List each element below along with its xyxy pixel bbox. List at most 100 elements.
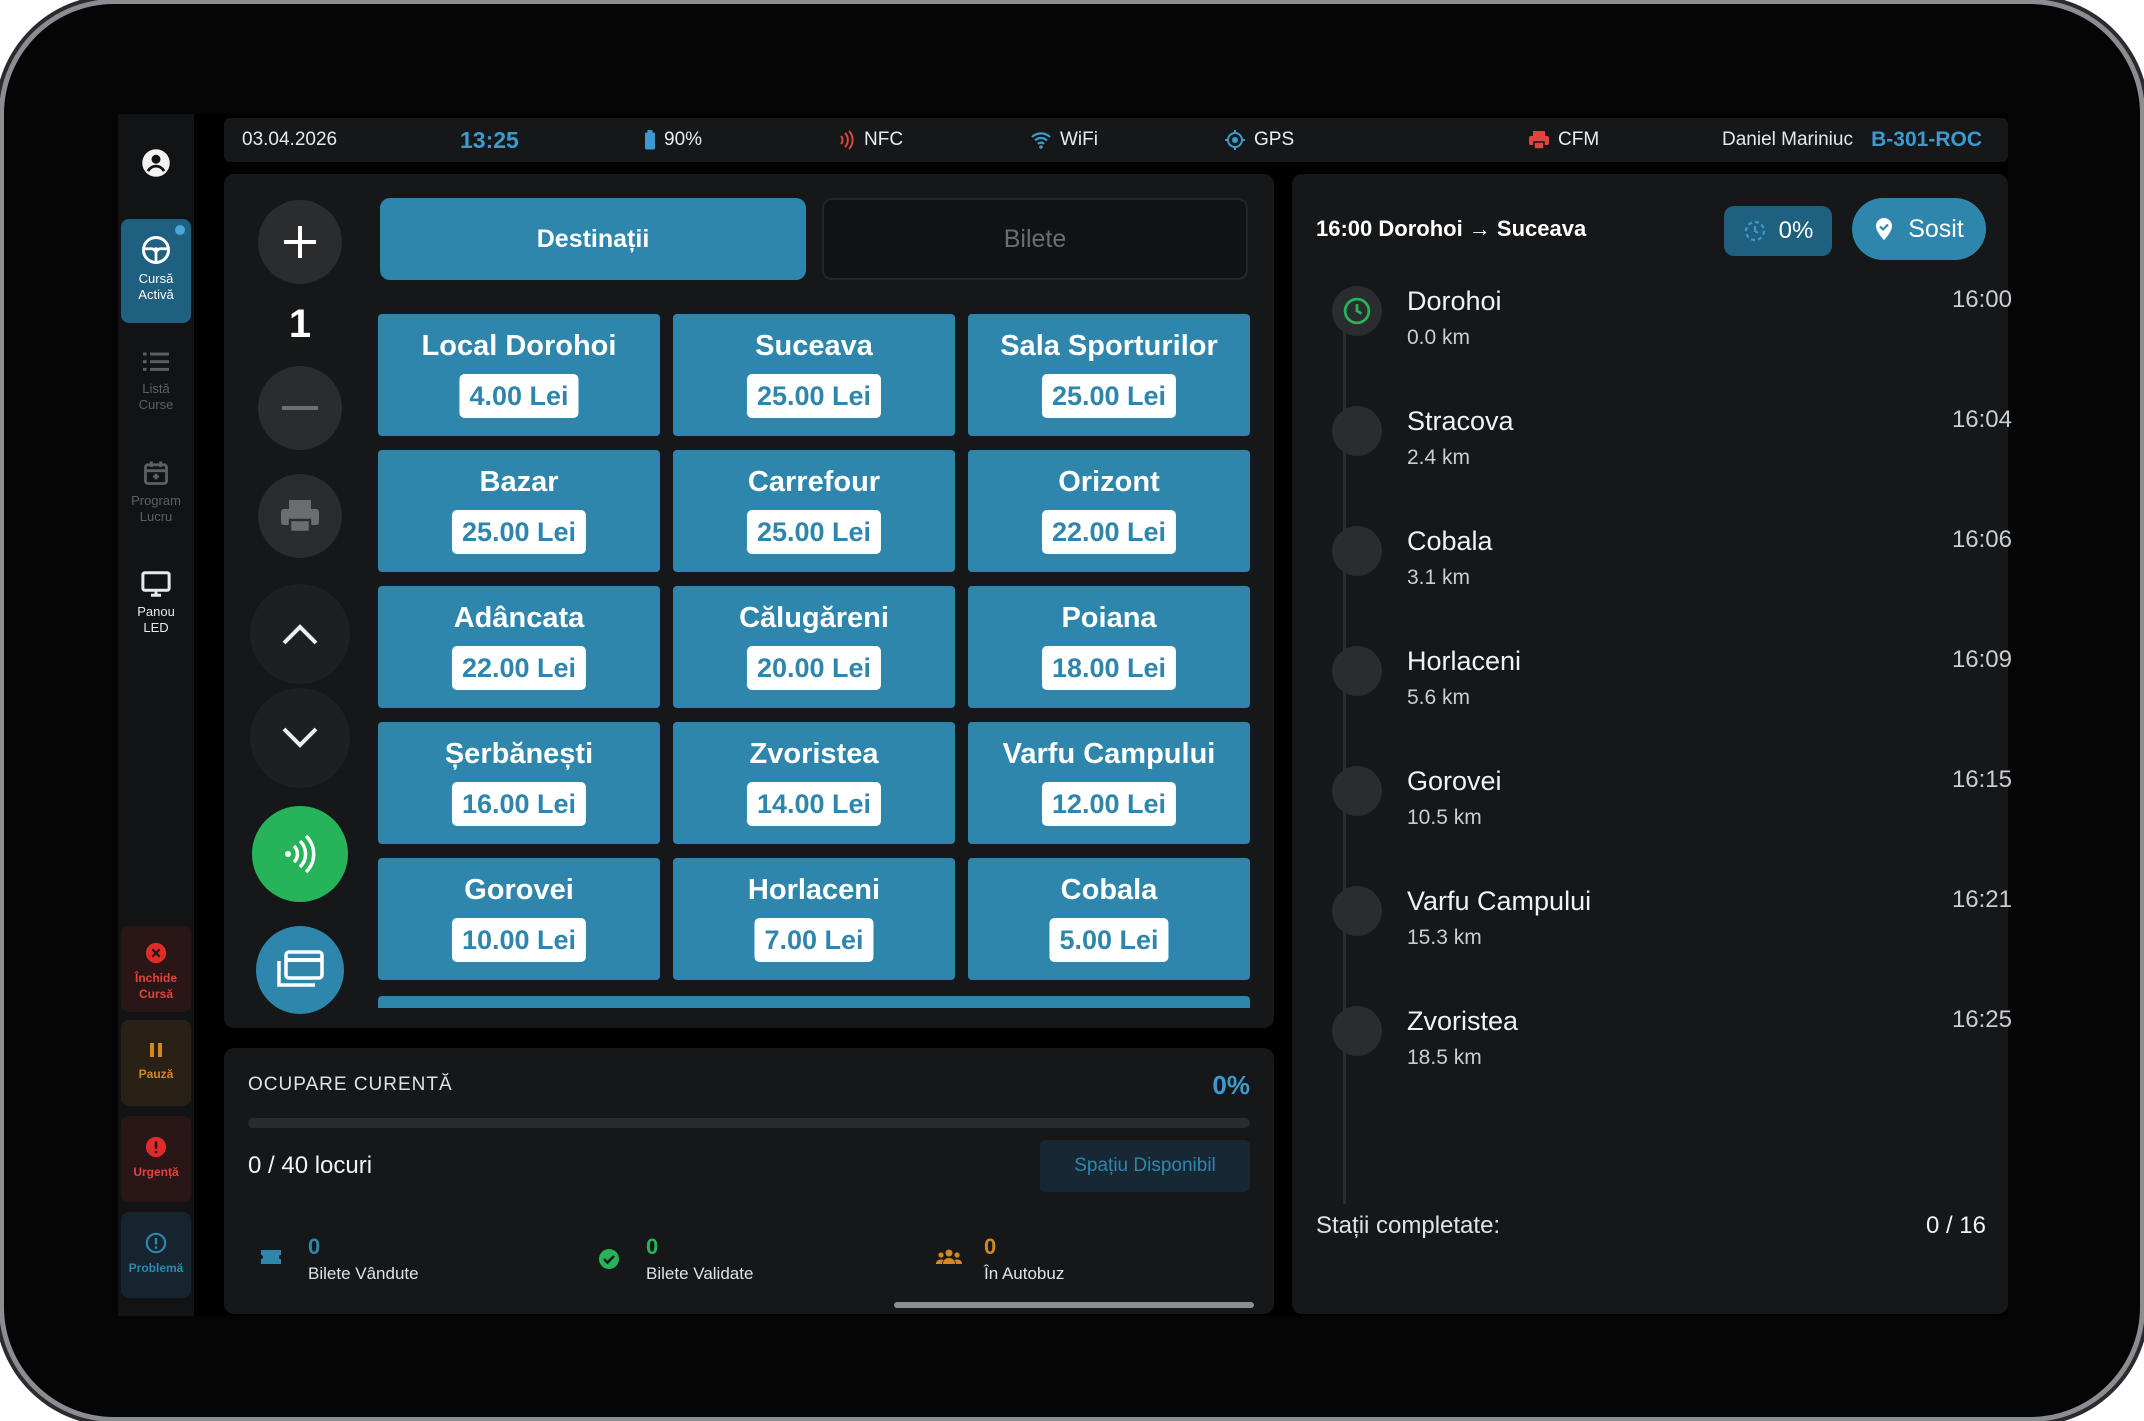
action-label: Pauză	[138, 1067, 174, 1081]
status-nfc: NFC	[836, 118, 903, 162]
report-problem-button[interactable]: Problemă	[121, 1212, 191, 1298]
destination-price: 25.00 Lei	[746, 374, 882, 418]
chevron-up-icon	[282, 624, 318, 645]
stop-marker	[1332, 646, 1382, 696]
printer-icon	[1529, 131, 1549, 150]
stop-distance: 18.5 km	[1407, 1046, 1482, 1069]
stop-distance: 5.6 km	[1407, 686, 1471, 709]
stop-time: 16:15	[1951, 766, 2012, 793]
stop-time: 16:04	[1951, 406, 2012, 433]
quantity-value: 1	[288, 302, 312, 346]
wifi-icon	[1031, 132, 1051, 149]
destination-card[interactable]: Orizont 22.00 Lei	[968, 450, 1250, 572]
stop-name: Cobala	[1407, 526, 1493, 556]
destination-card[interactable]: Cobala 5.00 Lei	[968, 858, 1250, 980]
tablet-bezel: Cursă Activă Listă Curse Program Lucru P…	[4, 4, 2140, 1417]
destination-price: 20.00 Lei	[746, 646, 882, 690]
route-stop[interactable]: Stracova 2.4 km 16:04	[1332, 406, 2012, 526]
profile-button[interactable]	[121, 148, 191, 192]
destination-name: Gorovei	[464, 874, 574, 906]
calendar-icon	[144, 461, 168, 485]
destination-card[interactable]: Șerbănești 16.00 Lei	[378, 722, 660, 844]
stop-time: 16:09	[1951, 646, 2012, 673]
close-route-button[interactable]: Închide Cursă	[121, 926, 191, 1012]
route-stop[interactable]: Gorovei 10.5 km 16:15	[1332, 766, 2012, 886]
history-icon	[1744, 220, 1765, 242]
route-stop[interactable]: Horlaceni 5.6 km 16:09	[1332, 646, 2012, 766]
tab-destinatii[interactable]: Destinații	[380, 198, 806, 280]
cfm-label: CFM	[1558, 129, 1600, 150]
destination-name: Călugăreni	[739, 602, 889, 634]
driver-name: Daniel Mariniuc	[1722, 129, 1853, 150]
ticket-panel: 1 Destinații Bilete Local Dorohoi 4.00 Le…	[224, 174, 1274, 1028]
user-circle-icon	[142, 149, 170, 177]
destination-card[interactable]: Bazar 25.00 Lei	[378, 450, 660, 572]
tab-bilete[interactable]: Bilete	[822, 198, 1248, 280]
status-bar: 03.04.2026 13:25 90% NFC WiFi GPS CFM Da…	[224, 118, 2008, 162]
destination-card[interactable]: Suceava 25.00 Lei	[673, 314, 955, 436]
scroll-down-button[interactable]	[250, 688, 350, 788]
sidebar-item-program-lucru[interactable]: Program Lucru	[121, 459, 191, 549]
destination-price: 14.00 Lei	[746, 782, 882, 826]
destination-card[interactable]: Poiana 18.00 Lei	[968, 586, 1250, 708]
destination-card[interactable]: Varfu Campului 12.00 Lei	[968, 722, 1250, 844]
decrease-quantity-button[interactable]	[258, 366, 342, 450]
clock-icon	[1343, 297, 1371, 325]
stop-name: Dorohoi	[1407, 286, 1502, 316]
destination-card[interactable]: Local Dorohoi 4.00 Lei	[378, 314, 660, 436]
wifi-label: WiFi	[1060, 129, 1098, 150]
destination-card[interactable]: Carrefour 25.00 Lei	[673, 450, 955, 572]
stop-marker	[1332, 526, 1382, 576]
destination-card[interactable]: Adâncata 22.00 Lei	[378, 586, 660, 708]
gps-crosshair-icon	[1225, 130, 1245, 150]
sidebar-item-cursa-activa[interactable]: Cursă Activă	[121, 219, 191, 323]
arrived-button[interactable]: Sosit	[1852, 198, 1986, 260]
route-stop[interactable]: Dorohoi 0.0 km 16:00	[1332, 286, 2012, 406]
location-check-icon	[1876, 218, 1893, 240]
destinations-grid: Local Dorohoi 4.00 Lei Suceava 25.00 Lei S…	[376, 314, 1252, 1008]
action-label: Problemă	[128, 1261, 184, 1275]
alert-circle-icon	[145, 1136, 167, 1158]
action-label: Urgență	[133, 1165, 179, 1179]
stop-name: Zvoristea	[1407, 1006, 1519, 1036]
route-stop[interactable]: Cobala 3.1 km 16:06	[1332, 526, 2012, 646]
status-gps: GPS	[1224, 118, 1294, 162]
sidebar-item-lista-curse[interactable]: Listă Curse	[121, 349, 191, 439]
nfc-signal-icon	[840, 130, 854, 150]
route-stop[interactable]: Zvoristea 18.5 km 16:25	[1332, 1006, 2012, 1126]
printer-icon	[281, 500, 319, 534]
stop-marker	[1332, 406, 1382, 456]
card-payment-button[interactable]	[256, 926, 344, 1014]
pause-button[interactable]: Pauză	[121, 1020, 191, 1106]
destination-price: 12.00 Lei	[1041, 782, 1177, 826]
increase-quantity-button[interactable]	[258, 200, 342, 284]
stop-marker	[1332, 886, 1382, 936]
destination-card[interactable]: Gorovei 10.00 Lei	[378, 858, 660, 980]
route-stop[interactable]: Varfu Campului 15.3 km 16:21	[1332, 886, 2012, 1006]
route-progress-badge: 0%	[1724, 206, 1832, 256]
status-date: 03.04.2026	[242, 129, 338, 150]
stop-marker	[1332, 1006, 1382, 1056]
route-footer: Stații completate: 0 / 16	[1292, 1204, 2008, 1314]
stat-label: Bilete Validate	[646, 1264, 754, 1283]
sidebar-item-panou-led[interactable]: Panou LED	[121, 570, 191, 660]
destination-card-partial[interactable]	[378, 996, 1250, 1008]
sidebar-item-label: Program Lucru	[131, 493, 181, 524]
destination-name: Local Dorohoi	[421, 330, 617, 362]
destination-card[interactable]: Sala Sporturilor 25.00 Lei	[968, 314, 1250, 436]
emergency-button[interactable]: Urgență	[121, 1116, 191, 1202]
destination-name: Varfu Campului	[1002, 738, 1216, 770]
nfc-payment-button[interactable]	[252, 806, 348, 902]
destination-price: 22.00 Lei	[451, 646, 587, 690]
scroll-up-button[interactable]	[250, 584, 350, 684]
destination-card[interactable]: Zvoristea 14.00 Lei	[673, 722, 955, 844]
print-button[interactable]	[258, 474, 342, 558]
stop-distance: 15.3 km	[1407, 926, 1482, 949]
destination-card[interactable]: Călugăreni 20.00 Lei	[673, 586, 955, 708]
stop-name: Varfu Campului	[1407, 886, 1592, 916]
stop-time: 16:25	[1951, 1006, 2012, 1033]
destination-card[interactable]: Horlaceni 7.00 Lei	[673, 858, 955, 980]
destination-price: 25.00 Lei	[1041, 374, 1177, 418]
status-wifi: WiFi	[1030, 118, 1098, 162]
scroll-indicator[interactable]	[894, 1302, 1254, 1308]
